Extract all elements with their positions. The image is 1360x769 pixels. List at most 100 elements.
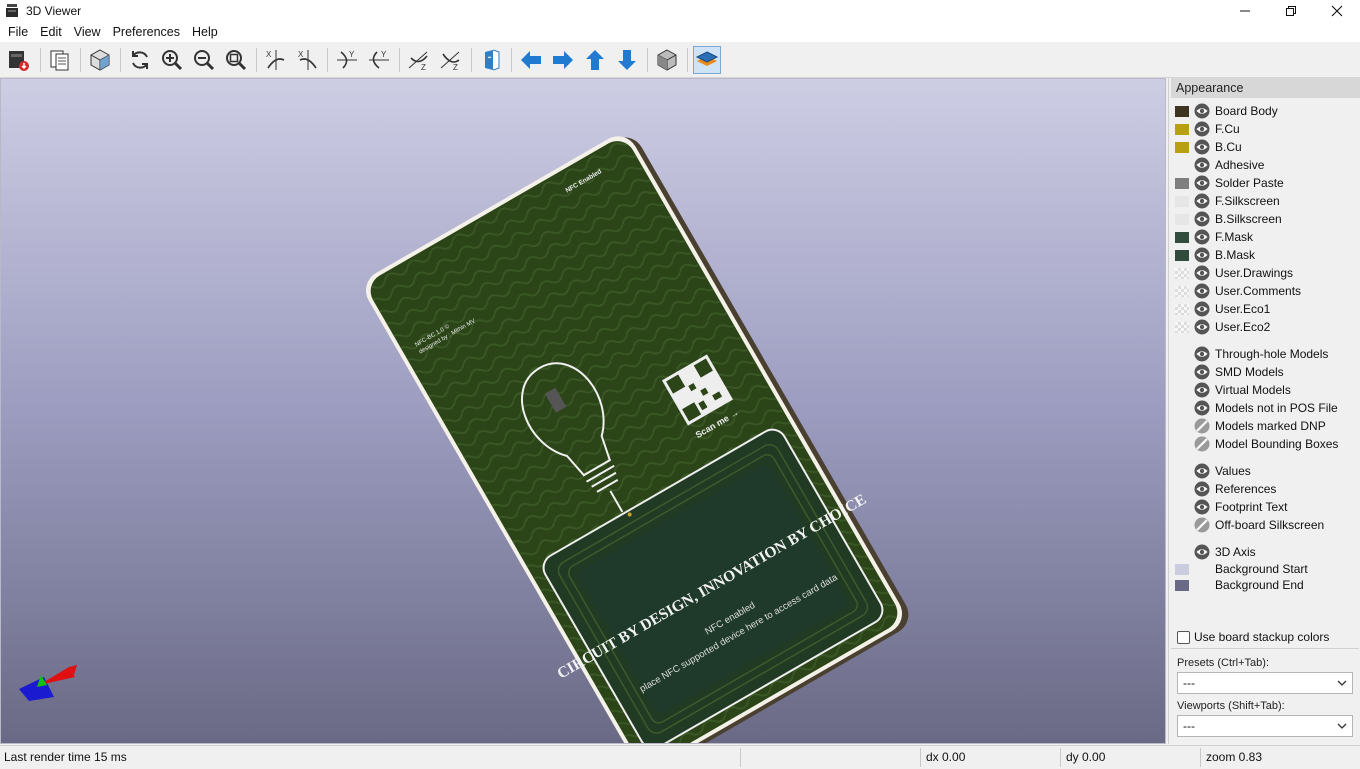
visibility-eye-icon[interactable] [1194, 481, 1210, 497]
appearance-row[interactable]: Models not in POS File [1175, 399, 1338, 417]
color-swatch[interactable] [1175, 123, 1189, 135]
presets-combo[interactable]: --- [1177, 672, 1353, 694]
use-stackup-colors-checkbox[interactable] [1177, 630, 1190, 644]
color-swatch[interactable] [1175, 105, 1189, 117]
appearance-row[interactable]: User.Eco2 [1175, 318, 1270, 336]
visibility-eye-icon[interactable] [1194, 103, 1210, 119]
move-right-button[interactable] [549, 46, 577, 74]
minimize-button[interactable] [1222, 0, 1268, 22]
visibility-off-icon[interactable] [1194, 418, 1210, 434]
viewports-combo[interactable]: --- [1177, 715, 1353, 737]
zoom-fit-button[interactable] [222, 46, 250, 74]
appearance-row[interactable]: Models marked DNP [1175, 417, 1326, 435]
move-down-button[interactable] [613, 46, 641, 74]
visibility-eye-icon[interactable] [1194, 265, 1210, 281]
reload-board-button[interactable] [126, 46, 154, 74]
menu-edit[interactable]: Edit [34, 25, 68, 39]
color-swatch[interactable] [1175, 213, 1189, 225]
rotate-x-ccw-button[interactable]: X [294, 46, 322, 74]
rotate-y-ccw-button[interactable]: Y [365, 46, 393, 74]
visibility-eye-icon[interactable] [1194, 157, 1210, 173]
toggle-layers-panel-button[interactable] [693, 46, 721, 74]
appearance-row[interactable]: Model Bounding Boxes [1175, 435, 1338, 453]
appearance-row[interactable]: User.Comments [1175, 282, 1301, 300]
appearance-row[interactable]: B.Cu [1175, 138, 1242, 156]
color-swatch[interactable] [1175, 579, 1189, 591]
appearance-row[interactable]: 3D Axis [1175, 543, 1256, 561]
maximize-button[interactable] [1268, 0, 1314, 22]
visibility-off-icon[interactable] [1194, 436, 1210, 452]
color-swatch[interactable] [1175, 303, 1189, 315]
appearance-row[interactable]: B.Silkscreen [1175, 210, 1282, 228]
color-swatch[interactable] [1175, 285, 1189, 297]
visibility-eye-icon[interactable] [1194, 319, 1210, 335]
appearance-row[interactable]: Through-hole Models [1175, 345, 1328, 363]
visibility-eye-icon[interactable] [1194, 193, 1210, 209]
appearance-row[interactable]: Solder Paste [1175, 174, 1284, 192]
visibility-eye-icon[interactable] [1194, 463, 1210, 479]
visibility-eye-icon[interactable] [1194, 229, 1210, 245]
rotate-z-ccw-button[interactable]: Z [437, 46, 465, 74]
appearance-row[interactable]: Board Body [1175, 102, 1278, 120]
visibility-eye-icon[interactable] [1194, 382, 1210, 398]
flip-board-button[interactable] [477, 46, 505, 74]
render-raytracing-button[interactable] [5, 46, 33, 74]
visibility-eye-icon[interactable] [1194, 499, 1210, 515]
close-button[interactable] [1314, 0, 1360, 22]
visibility-eye-icon[interactable] [1194, 247, 1210, 263]
appearance-row[interactable]: User.Drawings [1175, 264, 1293, 282]
color-swatch[interactable] [1175, 563, 1189, 575]
appearance-row[interactable]: F.Cu [1175, 120, 1240, 138]
appearance-row[interactable]: Adhesive [1175, 156, 1264, 174]
appearance-row[interactable]: SMD Models [1175, 363, 1284, 381]
appearance-row[interactable]: Values [1175, 462, 1251, 480]
visibility-off-icon[interactable] [1194, 517, 1210, 533]
appearance-row[interactable]: Background End [1175, 576, 1304, 594]
move-left-button[interactable] [517, 46, 545, 74]
arrow-up-icon [586, 50, 604, 70]
orthographic-button[interactable] [653, 46, 681, 74]
color-swatch[interactable] [1175, 249, 1189, 261]
visibility-eye-icon[interactable] [1194, 283, 1210, 299]
color-swatch[interactable] [1175, 321, 1189, 333]
appearance-row[interactable]: References [1175, 480, 1276, 498]
menu-preferences[interactable]: Preferences [107, 25, 186, 39]
zoom-in-button[interactable] [158, 46, 186, 74]
color-swatch[interactable] [1175, 177, 1189, 189]
visibility-eye-icon[interactable] [1194, 175, 1210, 191]
copy-to-clipboard-button[interactable] [46, 46, 74, 74]
color-swatch[interactable] [1175, 141, 1189, 153]
visibility-eye-icon[interactable] [1194, 211, 1210, 227]
appearance-row[interactable]: F.Silkscreen [1175, 192, 1280, 210]
zoom-fit-icon [226, 50, 247, 71]
arrow-right-icon [553, 51, 573, 69]
appearance-row[interactable]: Virtual Models [1175, 381, 1291, 399]
appearance-row[interactable]: User.Eco1 [1175, 300, 1270, 318]
3d-viewport[interactable]: CIRCUIT BY DESIGN, INNOVATION BY CHOICE … [0, 78, 1166, 744]
menu-view[interactable]: View [68, 25, 107, 39]
move-up-button[interactable] [581, 46, 609, 74]
visibility-eye-icon[interactable] [1194, 544, 1210, 560]
rotate-y-cw-button[interactable]: Y [333, 46, 361, 74]
menu-help[interactable]: Help [186, 25, 224, 39]
zoom-out-button[interactable] [190, 46, 218, 74]
use-stackup-colors-row[interactable]: Use board stackup colors [1177, 630, 1329, 644]
visibility-eye-icon[interactable] [1194, 139, 1210, 155]
color-swatch[interactable] [1175, 195, 1189, 207]
rotate-x-cw-button[interactable]: X [262, 46, 290, 74]
visibility-eye-icon[interactable] [1194, 400, 1210, 416]
color-swatch[interactable] [1175, 267, 1189, 279]
color-swatch[interactable] [1175, 231, 1189, 243]
appearance-row[interactable]: Off-board Silkscreen [1175, 516, 1324, 534]
refresh-icon [132, 51, 148, 69]
realistic-mode-button[interactable] [86, 46, 114, 74]
rotate-z-cw-button[interactable]: Z [405, 46, 433, 74]
visibility-eye-icon[interactable] [1194, 346, 1210, 362]
visibility-eye-icon[interactable] [1194, 301, 1210, 317]
appearance-row[interactable]: Footprint Text [1175, 498, 1287, 516]
appearance-row[interactable]: F.Mask [1175, 228, 1253, 246]
appearance-row[interactable]: B.Mask [1175, 246, 1255, 264]
visibility-eye-icon[interactable] [1194, 121, 1210, 137]
menu-file[interactable]: File [2, 25, 34, 39]
visibility-eye-icon[interactable] [1194, 364, 1210, 380]
